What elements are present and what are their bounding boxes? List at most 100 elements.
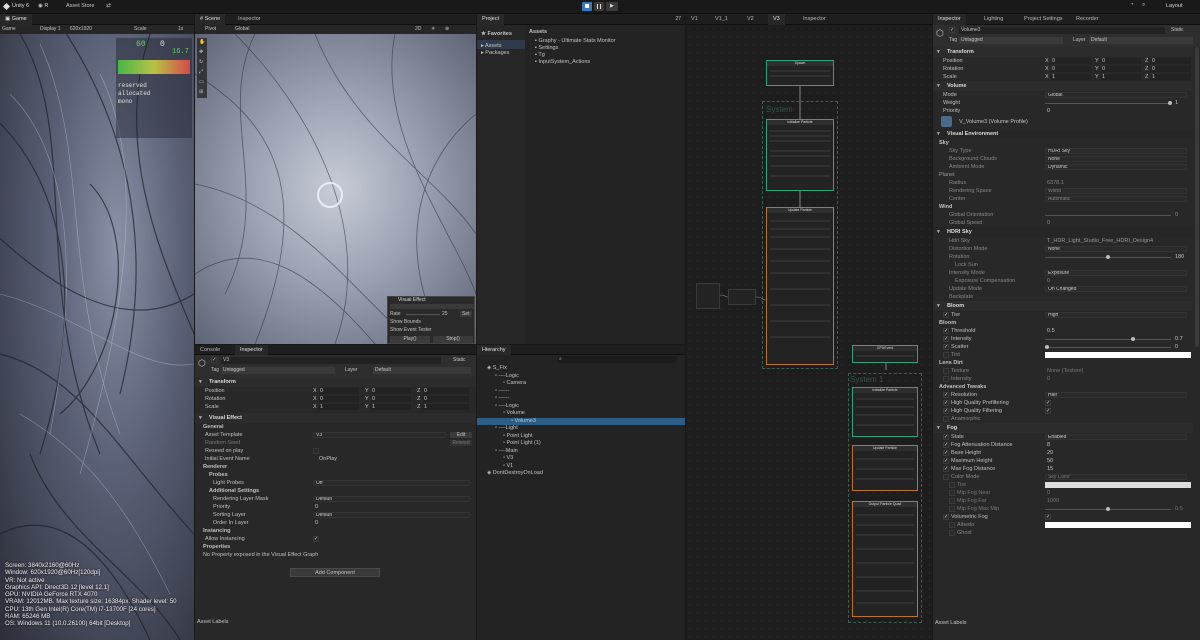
hierarchy-item[interactable]: ▫ Volume3 (477, 417, 685, 425)
tab-recorder[interactable]: Recorder (1071, 14, 1104, 25)
asset-item[interactable]: ▪ Graphy - Ultimate Stats Monitor (527, 38, 685, 45)
tab-v2[interactable]: V2 (742, 14, 759, 25)
scatter-knob[interactable] (1045, 345, 1049, 349)
bg-clouds-dropdown[interactable]: None (1045, 156, 1187, 162)
inspector-scrollbar[interactable] (1195, 47, 1199, 347)
assets-breadcrumb[interactable]: Assets (527, 25, 685, 38)
hdri-sky-field[interactable]: T_HDR_Light_Studio_Free_HDRI_Design4 (1047, 237, 1153, 245)
output-node[interactable]: Output Particle Quad (852, 501, 918, 617)
tab-game[interactable]: ▣ Game (0, 14, 32, 25)
transform-tool-icon[interactable]: ⊞ (199, 89, 203, 95)
orientation-slider[interactable] (1045, 215, 1171, 216)
tab-v3[interactable]: V3 (768, 14, 785, 25)
weight-knob[interactable] (1168, 101, 1172, 105)
step-button[interactable]: ▶ (606, 2, 618, 11)
pos-z-field[interactable]: 0 (1151, 58, 1191, 64)
hierarchy-item[interactable]: ▫ ----Logic (477, 403, 685, 411)
layer-dropdown[interactable]: Default (1089, 37, 1193, 44)
scale-value[interactable]: 1x (178, 25, 183, 34)
tab-v1[interactable]: V1 (686, 14, 703, 25)
profile-field[interactable]: V_Volume3 (Volume Profile) (959, 118, 1028, 126)
tab-graph-inspector[interactable]: Inspector (798, 14, 831, 25)
assets-folder[interactable]: ▸ Assets (477, 40, 525, 49)
intensity-mode-dropdown[interactable]: Exposure (1045, 270, 1187, 276)
inspector-asset-labels[interactable]: Asset Labels (935, 620, 967, 626)
scene-viewport[interactable]: ✋ ✥ ↻ ⤢ ▭ ⊞ Visual Effect Rate 25 Set Sh… (195, 34, 476, 344)
spawn-node[interactable]: Spawn (766, 60, 834, 86)
rect-tool-icon[interactable]: ▭ (199, 79, 204, 85)
hierarchy-item[interactable]: ▫ Camera (477, 380, 685, 388)
object-name-field[interactable]: Volume3 (959, 27, 1165, 34)
hq-filter-checkbox[interactable]: ✓ (1045, 408, 1051, 414)
set-button[interactable]: Set (460, 311, 472, 317)
lighting-icon[interactable]: ☀ (431, 25, 435, 34)
exposure-comp-field[interactable]: 0 (1047, 277, 1050, 285)
light-probes-dropdown[interactable]: Off (313, 480, 470, 486)
game-viewport[interactable]: 60 0 16.7 reserved allocated mono Screen… (0, 34, 194, 640)
scl-z-field[interactable]: 1 (423, 404, 469, 410)
radius-field[interactable]: 6378.1 (1047, 179, 1064, 187)
scl-x-field[interactable]: 1 (319, 404, 359, 410)
pos-x-field[interactable]: 0 (1051, 58, 1091, 64)
favorites-item[interactable]: ★ Favorites (477, 25, 525, 37)
tab-lighting[interactable]: Lighting (979, 14, 1008, 25)
sky-type-dropdown[interactable]: HDRI Sky (1045, 148, 1187, 154)
game-dropdown[interactable]: Game (2, 25, 16, 34)
mip-max-value[interactable]: 0.5 (1175, 505, 1183, 513)
asset-labels-bar[interactable]: Asset Labels (197, 619, 229, 625)
scatter-slider[interactable] (1045, 347, 1171, 348)
pause-button[interactable] (594, 2, 604, 11)
update-mode-dropdown[interactable]: On Changed (1045, 286, 1187, 292)
rendering-layer-dropdown[interactable]: Default (313, 496, 470, 502)
sync-icon[interactable]: ⇄ (106, 2, 111, 9)
threshold-field[interactable]: 0.5 (1047, 327, 1055, 335)
global-speed-field[interactable]: 0 (1047, 219, 1050, 227)
initialize-node[interactable]: Initialize Particle (766, 119, 834, 191)
tab-hierarchy[interactable]: Hierarchy (477, 345, 511, 355)
tag-dropdown[interactable]: Untagged (221, 367, 335, 374)
pos-x-field[interactable]: 0 (319, 388, 359, 394)
volume-header[interactable]: Volume (933, 81, 1193, 91)
initialize2-node[interactable]: Initialize Particle (852, 387, 918, 437)
move-tool-icon[interactable]: ✥ (199, 49, 203, 55)
tab-inspector[interactable]: Inspector (233, 14, 266, 25)
rate-value[interactable]: 25 (442, 311, 448, 317)
resolution-dropdown[interactable]: 620x1920 (70, 25, 92, 34)
priority-field[interactable]: 0 (315, 503, 318, 511)
base-height-field[interactable]: 20 (1047, 449, 1053, 457)
hierarchy-item[interactable]: ▫ Point Light (477, 433, 685, 441)
rot-y-field[interactable]: 0 (1101, 66, 1141, 72)
reseed-on-play-checkbox[interactable] (313, 448, 319, 454)
vfx-stop-button[interactable]: Stop() (433, 336, 473, 343)
vfx-play-button[interactable]: Play() (390, 336, 430, 343)
active-checkbox[interactable]: ✓ (211, 357, 217, 363)
rate-slider[interactable] (406, 314, 440, 315)
hierarchy-item[interactable]: ▫ Volume (477, 410, 685, 418)
rot-x-field[interactable]: 0 (319, 396, 359, 402)
update-node[interactable]: Update Particle (766, 207, 834, 365)
sorting-layer-dropdown[interactable]: Default (313, 512, 470, 518)
graph-canvas[interactable]: Spawn System Initialize Particle Update … (686, 25, 932, 640)
rendering-space-dropdown[interactable]: World (1045, 188, 1187, 194)
scl-y-field[interactable]: 1 (1101, 74, 1141, 80)
layout-dropdown[interactable]: Layout (1166, 3, 1183, 9)
display-dropdown[interactable]: Display 1 (40, 25, 61, 34)
hierarchy-item[interactable]: ▫ V1 (477, 463, 685, 471)
account-button[interactable]: ◉ R (38, 3, 48, 9)
edit-button[interactable]: Edit (450, 432, 472, 438)
scatter-value[interactable]: 0 (1175, 343, 1178, 351)
mode-dropdown[interactable]: Global (1045, 92, 1187, 98)
tab-project[interactable]: Project (477, 14, 505, 25)
hierarchy-item[interactable]: ◈ S_Fix (477, 365, 685, 373)
visual-effect-header[interactable]: Visual Effect (195, 413, 476, 423)
pos-y-field[interactable]: 0 (371, 388, 411, 394)
hierarchy-item[interactable]: ▫ ----Main (477, 448, 685, 456)
rot-z-field[interactable]: 0 (1151, 66, 1191, 72)
static-toggle[interactable]: Static (453, 357, 466, 363)
intensity-knob[interactable] (1131, 337, 1135, 341)
tint-color-swatch[interactable] (1045, 352, 1191, 358)
hierarchy-item[interactable]: ▫ Point Light (1) (477, 440, 685, 448)
2d-toggle[interactable]: 2D (415, 25, 421, 34)
rot-x-field[interactable]: 0 (1051, 66, 1091, 72)
tab-inspector-2[interactable]: Inspector (235, 345, 268, 355)
